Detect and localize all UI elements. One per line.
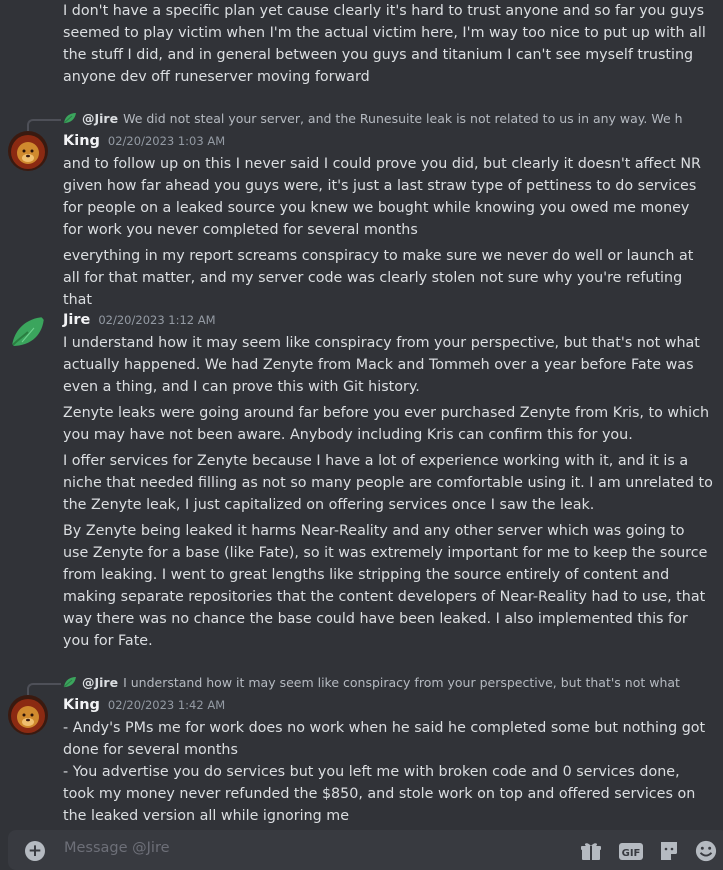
username[interactable]: King	[63, 697, 100, 713]
lion-avatar-icon	[8, 695, 48, 735]
message-header: Jire 02/20/2023 1:12 AM	[63, 312, 216, 332]
leaf-icon	[63, 677, 76, 688]
lion-avatar-icon	[8, 131, 48, 171]
message-text: and to follow up on this I never said I …	[63, 156, 701, 238]
username[interactable]: King	[63, 133, 100, 149]
message-text: - Andy's PMs me for work does no work wh…	[63, 720, 706, 758]
avatar-king[interactable]	[8, 131, 48, 171]
gift-icon[interactable]	[580, 840, 602, 862]
reply-preview[interactable]: @Jire We did not steal your server, and …	[63, 109, 683, 127]
timestamp: 02/20/2023 1:12 AM	[98, 313, 216, 327]
message-input[interactable]: Message @Jire	[64, 840, 170, 856]
message-text: Zenyte leaks were going around far befor…	[63, 405, 710, 443]
reply-author[interactable]: @Jire	[82, 111, 118, 126]
reply-text[interactable]: We did not steal your server, and the Ru…	[123, 111, 683, 126]
reply-text[interactable]: I understand how it may seem like conspi…	[123, 675, 683, 690]
reply-spine	[27, 119, 61, 131]
avatar-jire[interactable]	[8, 312, 48, 352]
reply-preview[interactable]: @Jire I understand how it may seem like …	[63, 673, 683, 691]
message-text: I offer services for Zenyte because I ha…	[63, 453, 713, 513]
message-header: King 02/20/2023 1:42 AM	[63, 697, 225, 717]
message-text: By Zenyte being leaked it harms Near-Rea…	[63, 523, 708, 649]
message-text: - You advertise you do services but you …	[63, 764, 696, 824]
gif-icon[interactable]: GIF	[618, 840, 644, 862]
timestamp: 02/20/2023 1:42 AM	[107, 698, 226, 712]
message-header: King 02/20/2023 1:03 AM	[63, 133, 225, 153]
svg-text:GIF: GIF	[622, 848, 641, 859]
leaf-avatar-icon	[11, 317, 44, 347]
plus-circle-icon[interactable]: +	[25, 841, 45, 861]
emoji-icon[interactable]	[694, 840, 718, 862]
message-list: I don't have a specific plan yet cause c…	[0, 0, 723, 830]
reply-spine	[27, 683, 61, 695]
leaf-icon	[63, 113, 76, 124]
timestamp: 02/20/2023 1:03 AM	[107, 134, 226, 148]
avatar-king[interactable]	[8, 695, 48, 735]
reply-author[interactable]: @Jire	[82, 675, 118, 690]
username[interactable]: Jire	[63, 312, 90, 328]
message-text: I understand how it may seem like conspi…	[63, 335, 700, 395]
sticker-icon[interactable]	[658, 840, 680, 862]
message-composer[interactable]: + Message @Jire GIF	[8, 830, 723, 870]
message-text: I don't have a specific plan yet cause c…	[63, 3, 706, 85]
message-text: everything in my report screams conspira…	[63, 248, 694, 308]
